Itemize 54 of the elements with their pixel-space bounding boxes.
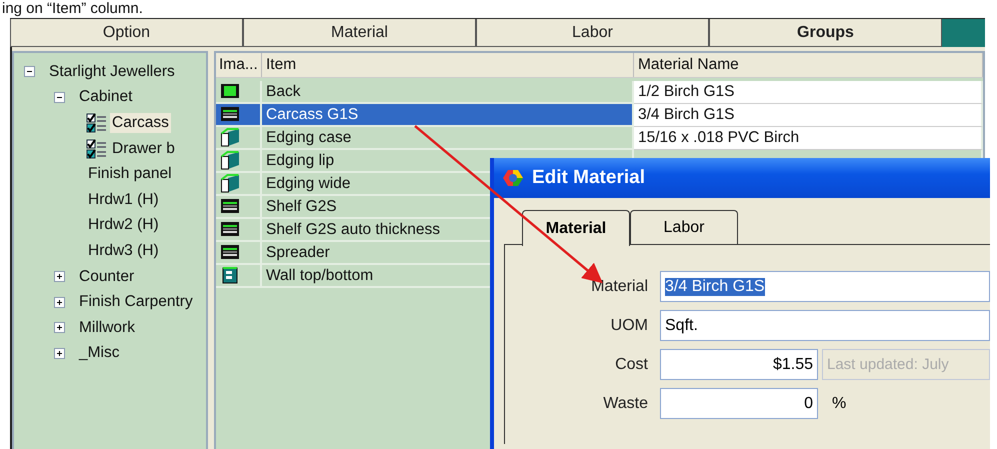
app-icon	[502, 168, 524, 188]
panel-icon	[219, 82, 241, 101]
collapse-icon[interactable]	[54, 92, 65, 103]
tab-edge	[942, 19, 985, 47]
board-icon	[219, 105, 241, 124]
tree-item[interactable]: Carcass	[110, 112, 171, 133]
expand-icon[interactable]	[54, 322, 65, 334]
tab[interactable]: Groups	[709, 19, 942, 47]
tab[interactable]: Material	[243, 19, 476, 47]
column-header[interactable]: Item	[262, 53, 634, 77]
info-text: Last updated: July	[822, 349, 990, 380]
column-header[interactable]: Material Name	[634, 53, 983, 77]
tree-item[interactable]: Finish Carpentry	[77, 292, 195, 312]
board-icon	[219, 197, 241, 216]
table-cell: 1/2 Birch G1S	[634, 81, 983, 104]
input-field[interactable]: 3/4 Birch G1S	[660, 271, 990, 302]
tree-item[interactable]: Hrdw1 (H)	[86, 190, 161, 210]
tree-item[interactable]: Hrdw3 (H)	[86, 240, 161, 261]
tab[interactable]: Labor	[630, 210, 738, 244]
tree-item[interactable]: Hrdw2 (H)	[86, 215, 161, 236]
tab[interactable]: Material	[522, 210, 630, 246]
expand-icon[interactable]	[54, 271, 65, 282]
checklist-icon	[86, 138, 108, 159]
checklist-icon	[86, 112, 108, 133]
input-field[interactable]: $1.55	[660, 349, 818, 380]
tree-item[interactable]: _Misc	[77, 343, 122, 364]
block-icon	[219, 174, 241, 193]
tab[interactable]: Labor	[476, 19, 709, 47]
block-icon	[219, 128, 241, 147]
board-icon	[219, 243, 241, 262]
tree-item[interactable]: Millwork	[77, 318, 137, 338]
tree-item[interactable]: Counter	[77, 266, 136, 287]
tab[interactable]: Option	[10, 19, 243, 47]
board-icon	[219, 220, 241, 239]
table-cell: 3/4 Birch G1S	[634, 104, 983, 127]
collapse-icon[interactable]	[24, 66, 35, 78]
input-field[interactable]: Sqft.	[660, 310, 990, 341]
tree-item[interactable]: Finish panel	[86, 164, 174, 184]
expand-icon[interactable]	[54, 296, 65, 308]
column-header[interactable]: Ima...	[216, 53, 262, 77]
field-label: Waste	[602, 394, 648, 414]
tree-item[interactable]: Cabinet	[77, 87, 134, 108]
block-icon	[219, 151, 241, 170]
caption-text: ing on “Item” column.	[1, 0, 144, 18]
field-label: Cost	[614, 354, 648, 374]
tree-item[interactable]: Drawer b	[110, 138, 177, 159]
tree-item[interactable]: Starlight Jewellers	[47, 62, 177, 82]
input-field[interactable]: 0	[660, 388, 818, 419]
unit-label: %	[832, 394, 846, 412]
expand-icon[interactable]	[54, 348, 65, 359]
table-cell: 15/16 x .018 PVC Birch	[634, 127, 983, 150]
field-label: UOM	[610, 316, 648, 336]
table-cell[interactable]: Edging case	[262, 127, 634, 150]
table-cell[interactable]: Carcass G1S	[262, 104, 634, 127]
